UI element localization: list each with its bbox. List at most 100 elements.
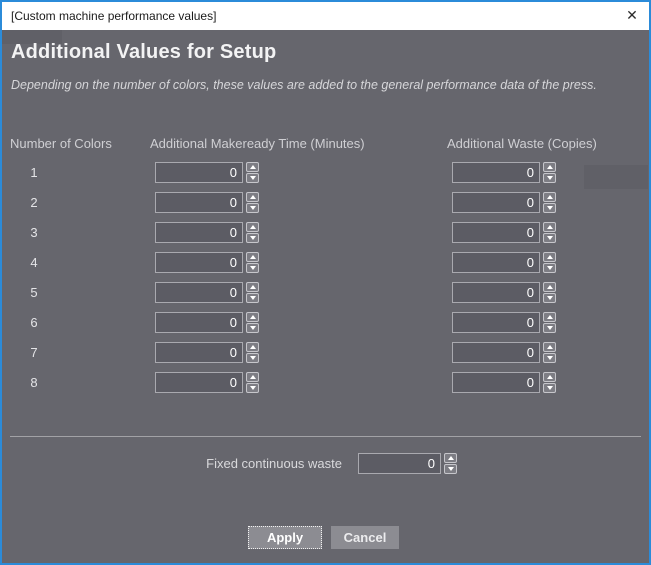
spin-down-button[interactable] bbox=[543, 173, 556, 183]
waste-input[interactable] bbox=[452, 162, 540, 183]
color-count-label: 5 bbox=[30, 285, 38, 300]
spin-down-button[interactable] bbox=[246, 173, 259, 183]
color-row-1: 1 bbox=[2, 162, 649, 183]
spin-up-button[interactable] bbox=[246, 312, 259, 322]
triangle-up-icon bbox=[546, 165, 553, 169]
spin-down-button[interactable] bbox=[246, 293, 259, 303]
waste-spinner bbox=[452, 222, 556, 243]
spin-down-button[interactable] bbox=[543, 353, 556, 363]
spin-up-button[interactable] bbox=[246, 282, 259, 292]
spin-up-button[interactable] bbox=[543, 372, 556, 382]
spin-down-button[interactable] bbox=[543, 233, 556, 243]
spin-up-button[interactable] bbox=[246, 252, 259, 262]
close-icon[interactable]: ✕ bbox=[615, 2, 649, 30]
triangle-down-icon bbox=[249, 356, 256, 360]
spin-down-button[interactable] bbox=[246, 263, 259, 273]
spin-down-button[interactable] bbox=[246, 353, 259, 363]
fixed-continuous-waste-label: Fixed continuous waste bbox=[206, 456, 342, 471]
makeready-input[interactable] bbox=[155, 312, 243, 333]
waste-input[interactable] bbox=[452, 372, 540, 393]
spin-down-button[interactable] bbox=[246, 233, 259, 243]
triangle-up-icon bbox=[447, 456, 454, 460]
spin-down-button[interactable] bbox=[543, 203, 556, 213]
makeready-input[interactable] bbox=[155, 162, 243, 183]
spin-down-button[interactable] bbox=[444, 464, 457, 474]
triangle-up-icon bbox=[249, 255, 256, 259]
color-count-label: 2 bbox=[30, 195, 38, 210]
makeready-spinner bbox=[155, 222, 259, 243]
color-row-8: 8 bbox=[2, 372, 649, 393]
apply-button[interactable]: Apply bbox=[248, 526, 322, 549]
waste-input[interactable] bbox=[452, 252, 540, 273]
triangle-down-icon bbox=[249, 386, 256, 390]
triangle-up-icon bbox=[546, 225, 553, 229]
makeready-input[interactable] bbox=[155, 342, 243, 363]
dialog-body: Additional Values for Setup Depending on… bbox=[2, 30, 649, 563]
makeready-input[interactable] bbox=[155, 282, 243, 303]
fixed-waste-spinner bbox=[358, 453, 457, 474]
waste-input[interactable] bbox=[452, 192, 540, 213]
color-count-label: 1 bbox=[30, 165, 38, 180]
fixed-continuous-waste-row: Fixed continuous waste bbox=[2, 453, 649, 474]
triangle-down-icon bbox=[546, 176, 553, 180]
spin-up-button[interactable] bbox=[246, 372, 259, 382]
spin-up-button[interactable] bbox=[246, 162, 259, 172]
waste-input[interactable] bbox=[452, 312, 540, 333]
triangle-down-icon bbox=[447, 467, 454, 471]
spin-up-button[interactable] bbox=[444, 453, 457, 463]
waste-input[interactable] bbox=[452, 222, 540, 243]
color-count-label: 3 bbox=[30, 225, 38, 240]
triangle-up-icon bbox=[249, 285, 256, 289]
column-header-makeready-time: Additional Makeready Time (Minutes) bbox=[150, 136, 365, 151]
column-header-waste: Additional Waste (Copies) bbox=[447, 136, 597, 151]
makeready-input[interactable] bbox=[155, 372, 243, 393]
spin-down-button[interactable] bbox=[543, 293, 556, 303]
spin-up-button[interactable] bbox=[543, 162, 556, 172]
triangle-up-icon bbox=[249, 165, 256, 169]
spin-up-button[interactable] bbox=[543, 342, 556, 352]
spin-up-button[interactable] bbox=[543, 222, 556, 232]
spin-down-button[interactable] bbox=[543, 263, 556, 273]
spin-up-button[interactable] bbox=[543, 252, 556, 262]
triangle-down-icon bbox=[546, 326, 553, 330]
spin-down-button[interactable] bbox=[246, 323, 259, 333]
triangle-down-icon bbox=[546, 206, 553, 210]
makeready-input[interactable] bbox=[155, 222, 243, 243]
color-row-5: 5 bbox=[2, 282, 649, 303]
spin-down-button[interactable] bbox=[246, 203, 259, 213]
spin-up-button[interactable] bbox=[543, 192, 556, 202]
triangle-up-icon bbox=[249, 315, 256, 319]
waste-spinner bbox=[452, 372, 556, 393]
color-count-label: 4 bbox=[30, 255, 38, 270]
spin-down-button[interactable] bbox=[543, 383, 556, 393]
spin-up-button[interactable] bbox=[543, 312, 556, 322]
makeready-spinner bbox=[155, 162, 259, 183]
triangle-up-icon bbox=[249, 195, 256, 199]
spin-up-button[interactable] bbox=[246, 342, 259, 352]
waste-input[interactable] bbox=[452, 282, 540, 303]
waste-spinner bbox=[452, 312, 556, 333]
waste-spinner bbox=[452, 162, 556, 183]
triangle-down-icon bbox=[249, 176, 256, 180]
spin-up-button[interactable] bbox=[543, 282, 556, 292]
horizontal-divider bbox=[10, 436, 641, 437]
makeready-input[interactable] bbox=[155, 252, 243, 273]
waste-spinner bbox=[452, 192, 556, 213]
triangle-up-icon bbox=[546, 285, 553, 289]
spin-down-button[interactable] bbox=[246, 383, 259, 393]
spin-up-button[interactable] bbox=[246, 222, 259, 232]
fixed-waste-input[interactable] bbox=[358, 453, 441, 474]
color-row-3: 3 bbox=[2, 222, 649, 243]
spin-down-button[interactable] bbox=[543, 323, 556, 333]
cancel-button[interactable]: Cancel bbox=[331, 526, 399, 549]
title-bar: [Custom machine performance values] ✕ bbox=[2, 2, 649, 30]
spin-up-button[interactable] bbox=[246, 192, 259, 202]
dialog-window: [Custom machine performance values] ✕ Ad… bbox=[0, 0, 651, 565]
triangle-down-icon bbox=[546, 296, 553, 300]
makeready-spinner bbox=[155, 342, 259, 363]
waste-input[interactable] bbox=[452, 342, 540, 363]
makeready-input[interactable] bbox=[155, 192, 243, 213]
triangle-up-icon bbox=[546, 345, 553, 349]
triangle-down-icon bbox=[249, 236, 256, 240]
makeready-spinner bbox=[155, 192, 259, 213]
